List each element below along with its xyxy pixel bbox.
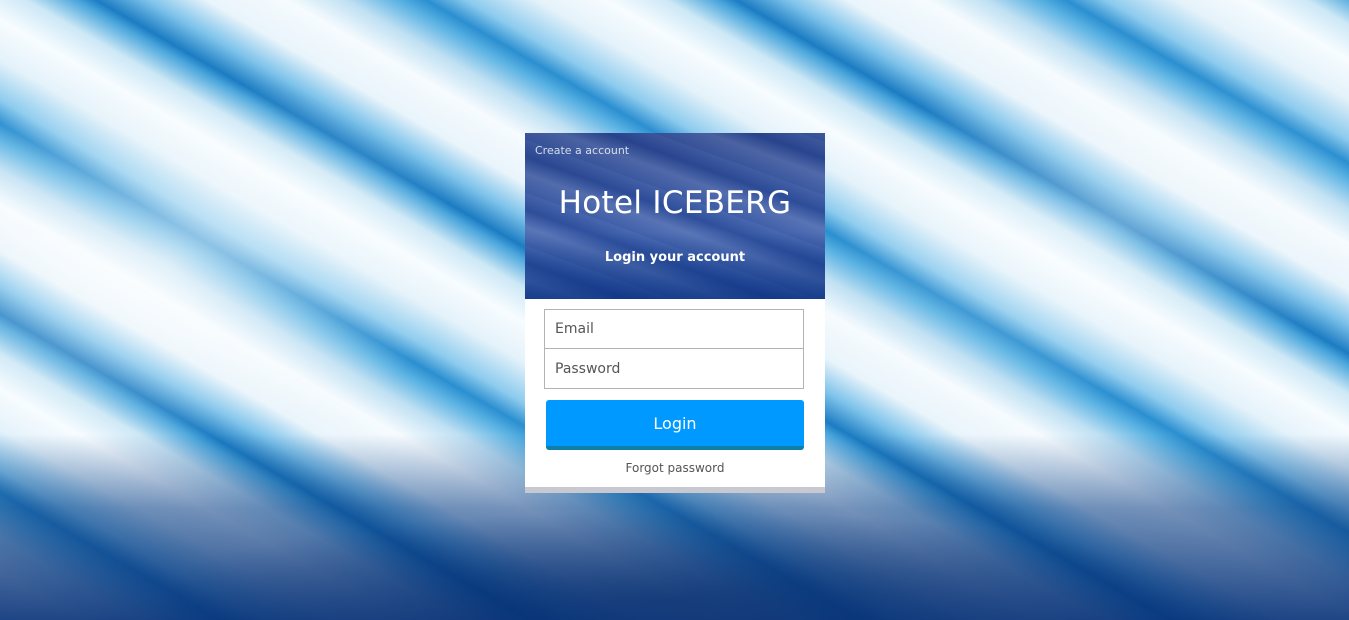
password-field[interactable] [544,348,804,389]
login-form [544,309,804,389]
page-title: Hotel ICEBERG [558,185,792,221]
card-header: Create a account Hotel ICEBERG Login you… [525,133,825,299]
login-subtitle: Login your account [604,250,746,265]
login-button[interactable]: Login [546,400,804,450]
create-account-link[interactable]: Create a account [535,144,629,157]
forgot-password-link[interactable]: Forgot password [525,461,825,475]
login-card: Create a account Hotel ICEBERG Login you… [525,133,825,493]
email-field[interactable] [544,309,804,349]
card-footer-bar [525,487,825,493]
